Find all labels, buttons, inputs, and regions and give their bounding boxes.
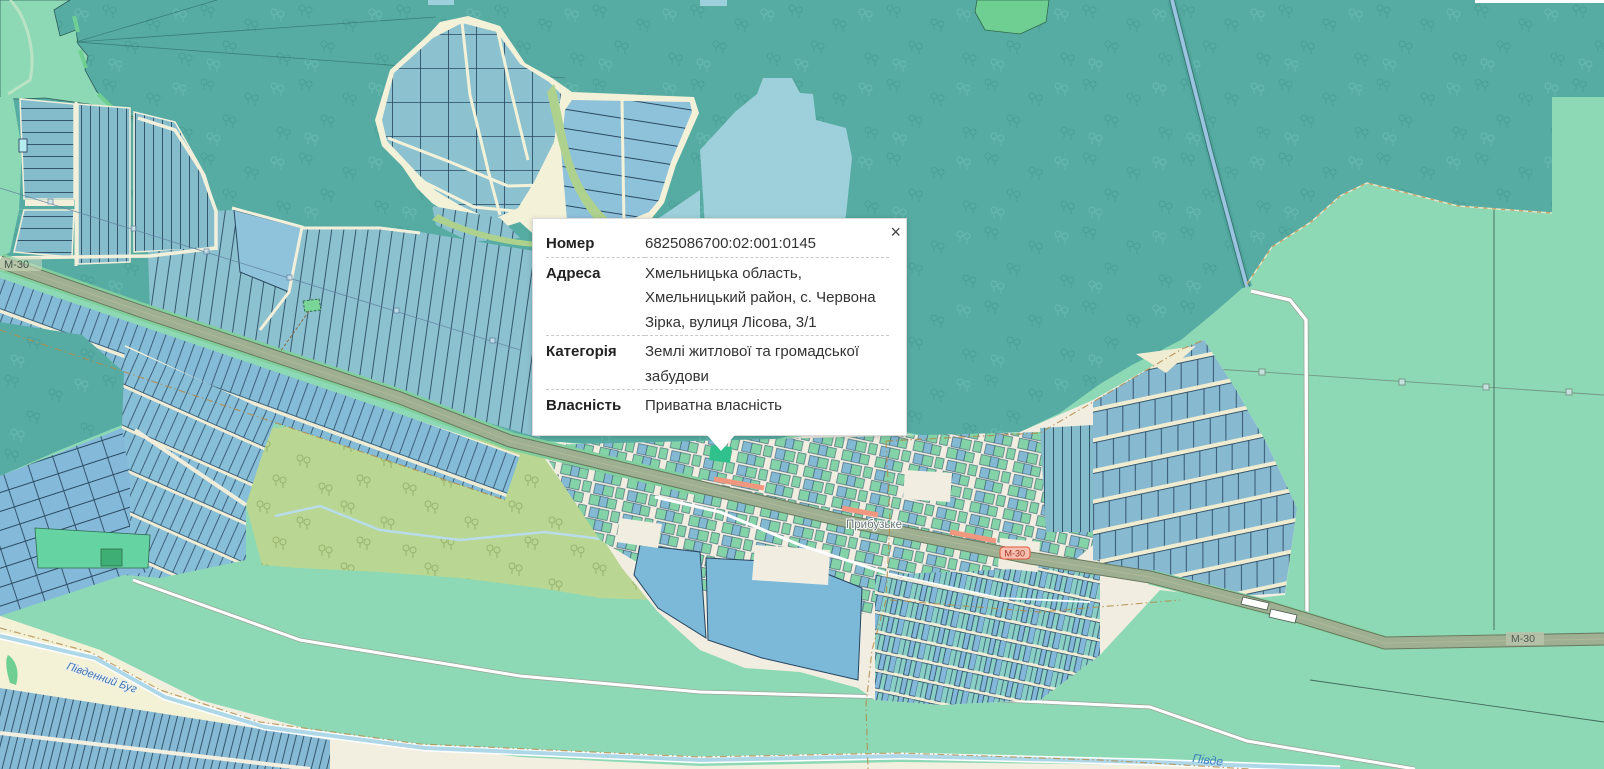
svg-text:Прибузьке: Прибузьке — [846, 519, 902, 531]
svg-text:М-30: М-30 — [4, 259, 29, 271]
svg-text:M-30: M-30 — [1511, 633, 1535, 645]
svg-text:М-30: М-30 — [1005, 549, 1026, 559]
